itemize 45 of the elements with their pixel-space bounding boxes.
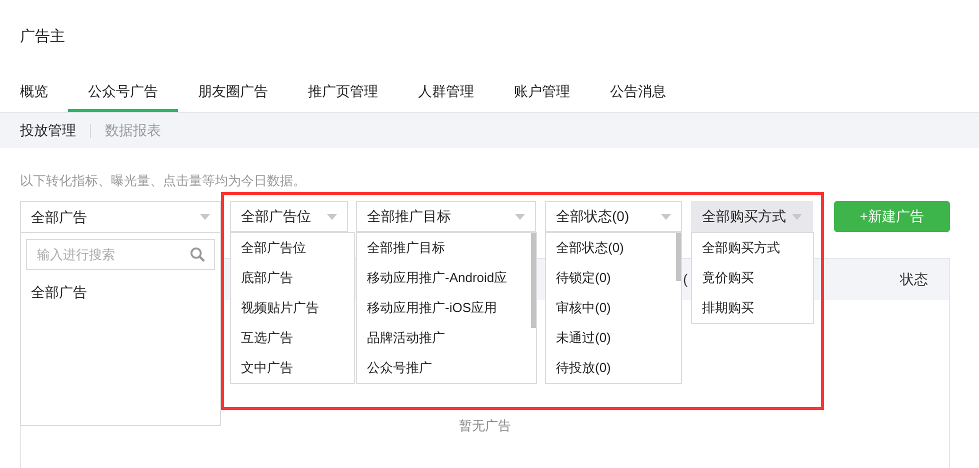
dropdown-option[interactable]: 待锁定(0)	[546, 263, 611, 293]
ad-option[interactable]: 全部广告	[31, 282, 87, 303]
tab[interactable]: 账户管理	[494, 72, 590, 112]
dropdown-option[interactable]: 竟价购买	[692, 263, 754, 293]
tab[interactable]: 朋友圈广告	[178, 72, 288, 112]
dropdown-option[interactable]: 品牌活动推广	[357, 323, 445, 353]
ad-filter-select[interactable]: 全部广告	[21, 202, 220, 233]
dropdown-option[interactable]: 底部广告	[231, 263, 293, 293]
dropdown-option[interactable]: 排期购买	[692, 293, 754, 323]
column-header: 状态	[900, 270, 928, 289]
tab[interactable]: 人群管理	[398, 72, 494, 112]
dropdown-option[interactable]: 全部状态(0)	[546, 233, 624, 263]
subnav-tab[interactable]: 投放管理	[20, 120, 76, 141]
notice-text: 以下转化指标、曝光量、点击量等均为今日数据。	[19, 172, 307, 190]
scrollbar-thumb[interactable]	[531, 233, 536, 328]
dropdown-option[interactable]: 互选广告	[231, 323, 293, 353]
dropdown-option[interactable]: 移动应用推广-Android应	[357, 263, 508, 293]
dropdown-option[interactable]: 审核中(0)	[546, 293, 611, 323]
caret-icon	[200, 214, 210, 220]
dropdown-option[interactable]: 全部推广目标	[357, 233, 445, 263]
tab[interactable]: 概览	[0, 72, 68, 112]
caret-icon	[327, 214, 337, 220]
filter-select[interactable]: 全部状态(0)	[545, 201, 682, 232]
tab[interactable]: 推广页管理	[288, 72, 398, 112]
caret-icon	[515, 214, 525, 220]
caret-icon	[661, 214, 671, 220]
tab[interactable]: 公告消息	[590, 72, 686, 112]
scrollbar-thumb[interactable]	[676, 233, 681, 281]
caret-icon	[792, 214, 802, 220]
search-field[interactable]: 输入进行搜索	[26, 239, 215, 270]
empty-text: 暂无广告	[459, 417, 511, 435]
filter-select[interactable]: 全部广告位	[230, 201, 348, 232]
dropdown-option[interactable]: 视频贴片广告	[231, 293, 319, 323]
dropdown-option[interactable]: 未通过(0)	[546, 323, 611, 353]
dropdown-option[interactable]: 待投放(0)	[546, 353, 611, 383]
column-header: (	[683, 270, 688, 289]
dropdown-option[interactable]: 文中广告	[231, 353, 293, 383]
dropdown-option[interactable]: 全部广告位	[231, 233, 306, 263]
filter-select[interactable]: 全部购买方式	[691, 201, 813, 232]
dropdown-option[interactable]: 移动应用推广-iOS应用	[357, 293, 497, 323]
filter-select[interactable]: 全部推广目标	[356, 201, 536, 232]
search-icon	[190, 247, 205, 262]
dropdown-option[interactable]: 公众号推广	[357, 353, 432, 383]
dropdown-option[interactable]: 全部购买方式	[692, 233, 780, 263]
app-title: 广告主	[19, 27, 66, 47]
